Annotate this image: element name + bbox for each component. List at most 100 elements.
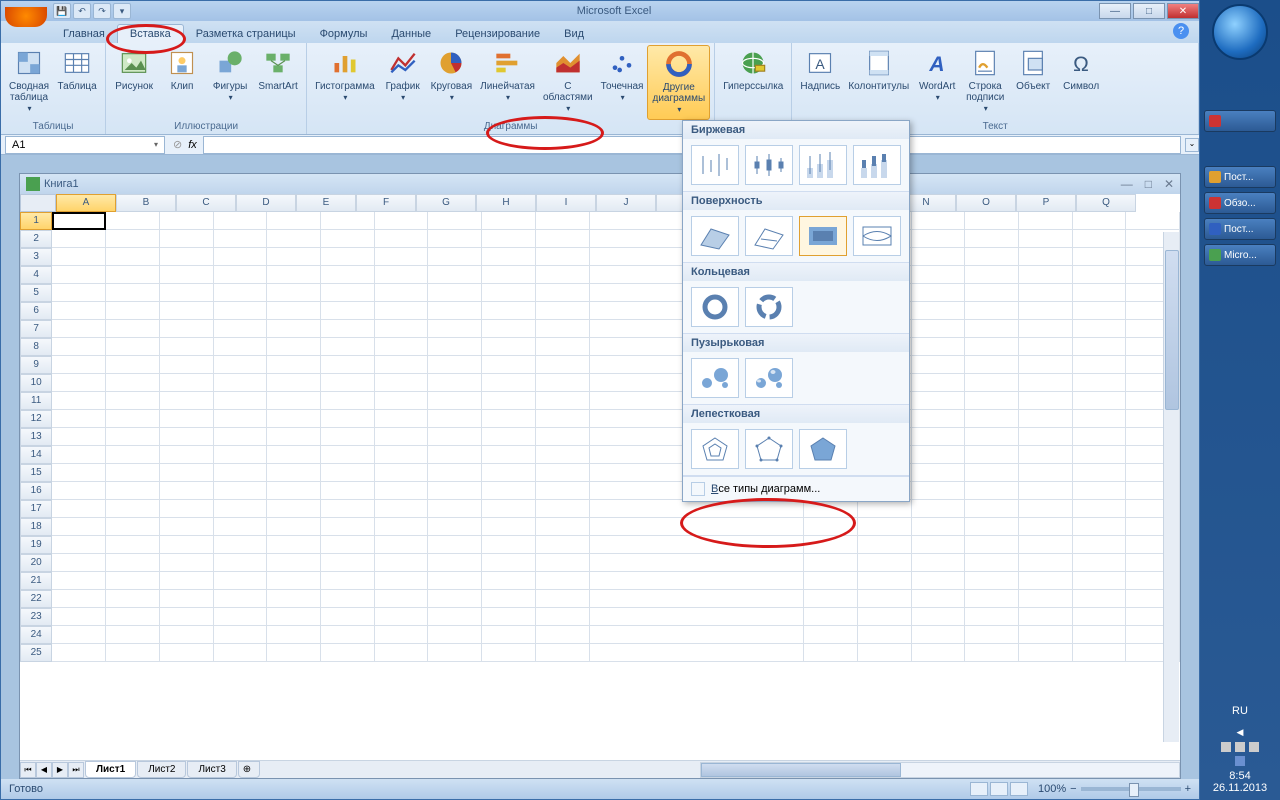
cell[interactable] <box>965 626 1019 644</box>
cell[interactable] <box>804 500 858 518</box>
gallery-all-types[interactable]: Все типы диаграмм... <box>683 476 909 501</box>
select-all-corner[interactable] <box>20 194 56 212</box>
cell[interactable] <box>1019 212 1073 230</box>
cell[interactable] <box>482 320 536 338</box>
cell[interactable] <box>160 554 214 572</box>
cell[interactable] <box>321 212 375 230</box>
cell[interactable] <box>1019 536 1073 554</box>
row-header[interactable]: 19 <box>20 536 52 554</box>
cell[interactable] <box>1073 626 1127 644</box>
cell[interactable] <box>858 626 912 644</box>
cell[interactable] <box>965 410 1019 428</box>
cell[interactable] <box>321 572 375 590</box>
cell[interactable] <box>912 644 966 662</box>
cell[interactable] <box>160 482 214 500</box>
cell[interactable] <box>1019 590 1073 608</box>
cell[interactable] <box>536 446 590 464</box>
cell[interactable] <box>214 410 268 428</box>
cell[interactable] <box>160 248 214 266</box>
cell[interactable] <box>912 446 966 464</box>
cell[interactable] <box>52 356 106 374</box>
cell[interactable] <box>160 410 214 428</box>
cell[interactable] <box>804 536 858 554</box>
radar-chart-option-1[interactable] <box>691 429 739 469</box>
cell[interactable] <box>214 356 268 374</box>
cell[interactable] <box>428 518 482 536</box>
cell[interactable] <box>267 608 321 626</box>
cell[interactable] <box>804 554 858 572</box>
row-header[interactable]: 25 <box>20 644 52 662</box>
cell[interactable] <box>52 446 106 464</box>
cell[interactable] <box>482 446 536 464</box>
cell[interactable] <box>482 284 536 302</box>
cell[interactable] <box>482 266 536 284</box>
cell[interactable] <box>321 302 375 320</box>
cell[interactable] <box>52 248 106 266</box>
cell[interactable] <box>214 536 268 554</box>
cell[interactable] <box>965 500 1019 518</box>
cell[interactable] <box>267 536 321 554</box>
cell[interactable] <box>482 248 536 266</box>
cell[interactable] <box>912 410 966 428</box>
cell[interactable] <box>912 428 966 446</box>
cell[interactable] <box>1019 518 1073 536</box>
cell[interactable] <box>375 356 429 374</box>
cell[interactable] <box>1019 644 1073 662</box>
tray-icon[interactable] <box>1235 756 1245 766</box>
cell[interactable] <box>1073 428 1127 446</box>
cell[interactable] <box>106 230 160 248</box>
cell[interactable] <box>912 302 966 320</box>
cell[interactable] <box>214 626 268 644</box>
cell[interactable] <box>965 482 1019 500</box>
cell[interactable] <box>160 446 214 464</box>
bar-chart-button[interactable]: Линейчатая <box>476 45 539 120</box>
cell[interactable] <box>428 644 482 662</box>
cell[interactable] <box>375 428 429 446</box>
cell[interactable] <box>965 212 1019 230</box>
sheet-tab-2[interactable]: Лист2 <box>137 761 186 778</box>
cell[interactable] <box>106 590 160 608</box>
cell[interactable] <box>536 392 590 410</box>
cell[interactable] <box>1019 356 1073 374</box>
cell[interactable] <box>52 284 106 302</box>
row-header[interactable]: 24 <box>20 626 52 644</box>
other-charts-button[interactable]: Другие диаграммы <box>647 45 710 120</box>
cell[interactable] <box>590 518 805 536</box>
cell[interactable] <box>965 536 1019 554</box>
cell[interactable] <box>536 248 590 266</box>
cell[interactable] <box>267 500 321 518</box>
vertical-scrollbar[interactable] <box>1163 232 1179 742</box>
cell[interactable] <box>106 572 160 590</box>
cell[interactable] <box>375 302 429 320</box>
cell[interactable] <box>214 464 268 482</box>
cell[interactable] <box>160 356 214 374</box>
cell[interactable] <box>428 266 482 284</box>
cell[interactable] <box>267 284 321 302</box>
cell[interactable] <box>106 428 160 446</box>
cell[interactable] <box>375 518 429 536</box>
cell[interactable] <box>106 536 160 554</box>
cell[interactable] <box>428 446 482 464</box>
cell[interactable] <box>106 482 160 500</box>
cell[interactable] <box>160 266 214 284</box>
cell[interactable] <box>321 464 375 482</box>
cell[interactable] <box>52 266 106 284</box>
cell[interactable] <box>214 374 268 392</box>
cell[interactable] <box>804 518 858 536</box>
cell[interactable] <box>375 482 429 500</box>
cell[interactable] <box>375 626 429 644</box>
cell[interactable] <box>106 608 160 626</box>
cell[interactable] <box>912 608 966 626</box>
cell[interactable] <box>375 392 429 410</box>
cell[interactable] <box>428 302 482 320</box>
cell[interactable] <box>375 446 429 464</box>
cell[interactable] <box>858 500 912 518</box>
cell[interactable] <box>590 572 805 590</box>
horizontal-scrollbar[interactable] <box>700 762 1180 778</box>
stock-chart-option-2[interactable] <box>745 145 793 185</box>
cell[interactable] <box>536 500 590 518</box>
cell[interactable] <box>267 446 321 464</box>
cell[interactable] <box>52 374 106 392</box>
cell[interactable] <box>590 590 805 608</box>
language-indicator[interactable]: RU <box>1213 705 1267 717</box>
